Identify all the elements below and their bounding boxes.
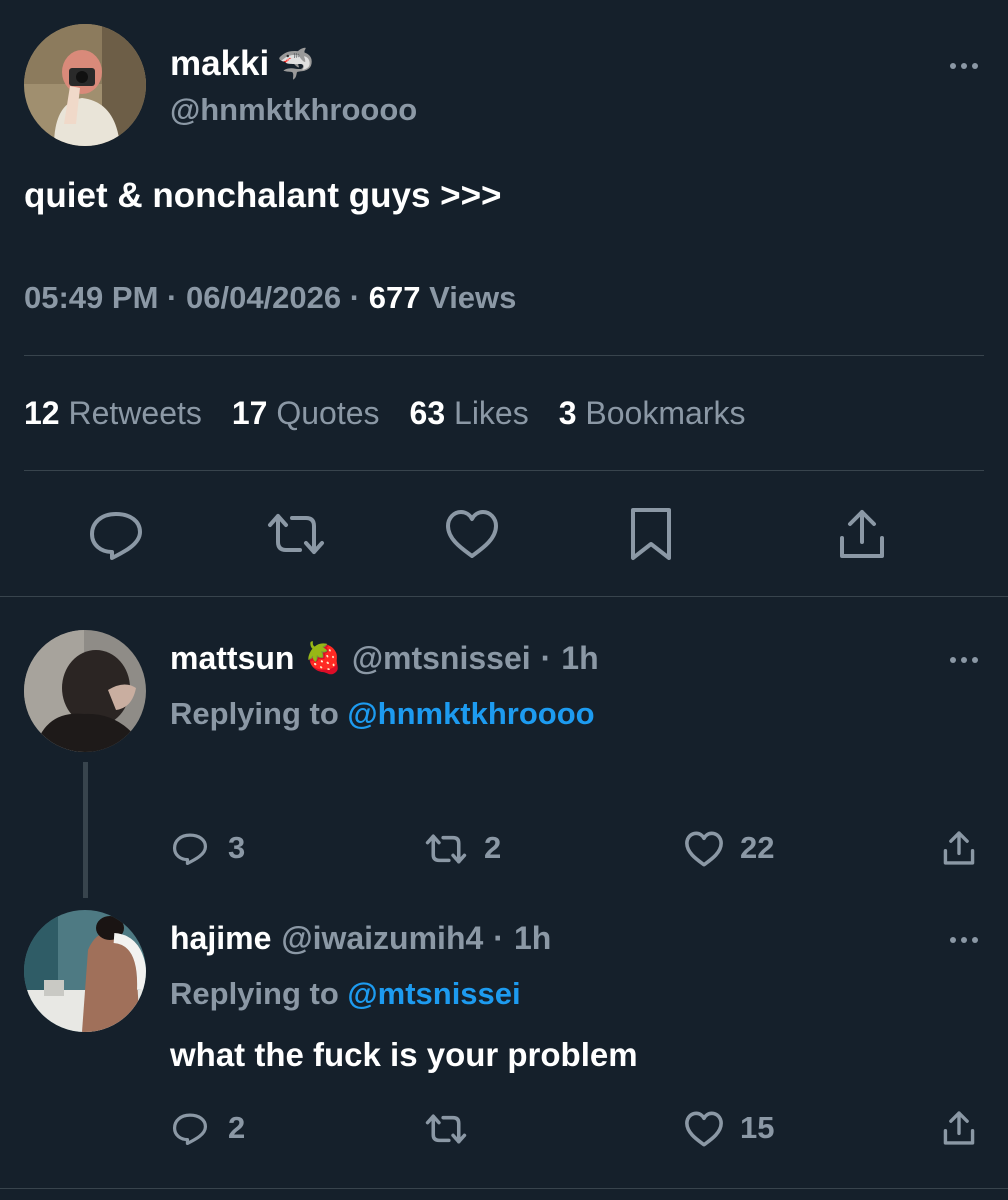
more-options-icon[interactable] [950, 657, 978, 663]
views-label: Views [429, 280, 517, 315]
more-options-icon[interactable] [950, 63, 978, 69]
reply-icon[interactable] [172, 830, 208, 866]
tweet-meta: 05:49 PM · 06/04/2026 · 677 Views [24, 280, 516, 316]
reply-time[interactable]: 1h [561, 640, 598, 677]
likes-stat[interactable]: 63 Likes [410, 395, 529, 432]
replying-to-handle[interactable]: @mtsnissei [347, 976, 520, 1011]
author-handle[interactable]: @hnmktkhroooo [170, 92, 417, 128]
divider [0, 596, 1008, 597]
divider [24, 355, 984, 356]
name-emoji: 🍓 [304, 642, 342, 675]
retweet-icon[interactable] [424, 832, 468, 866]
more-options-icon[interactable] [950, 937, 978, 943]
like-icon[interactable] [684, 1110, 724, 1148]
avatar[interactable] [24, 910, 146, 1032]
retweet-count: 2 [484, 830, 502, 865]
tweet-text: quiet & nonchalant guys >>> [24, 176, 502, 215]
replying-to-handle[interactable]: @hnmktkhroooo [347, 696, 594, 731]
share-icon[interactable] [940, 828, 978, 868]
reply-time[interactable]: 1h [514, 920, 551, 957]
reply-icon[interactable] [172, 1110, 208, 1146]
reply-author-name[interactable]: mattsun [170, 640, 294, 677]
avatar-photo [24, 910, 146, 1032]
tweet-time[interactable]: 05:49 PM [24, 280, 158, 315]
reply-icon[interactable] [88, 508, 144, 560]
share-icon[interactable] [834, 506, 890, 562]
engagement-stats: 12 Retweets 17 Quotes 63 Likes 3 Bookmar… [24, 395, 745, 432]
views-count: 677 [368, 280, 421, 315]
reply-author-handle[interactable]: @mtsnissei [352, 640, 531, 677]
author-display-name[interactable]: makki [170, 44, 269, 84]
like-icon[interactable] [684, 830, 724, 868]
avatar[interactable] [24, 24, 146, 146]
replying-to: Replying to @hnmktkhroooo [170, 696, 595, 731]
thread-line [83, 762, 88, 898]
reply-count: 2 [228, 1110, 246, 1145]
like-count: 15 [740, 1110, 775, 1145]
meta-separator: · [493, 920, 504, 956]
retweet-icon[interactable] [424, 1112, 468, 1146]
divider [0, 1188, 1008, 1189]
avatar-photo [24, 24, 146, 146]
reply-text: what the fuck is your problem [170, 1036, 638, 1073]
avatar-photo [24, 630, 146, 752]
meta-separator: · [167, 280, 178, 315]
retweet-icon[interactable] [266, 510, 326, 558]
replying-to: Replying to @mtsnissei [170, 976, 521, 1011]
bookmark-icon[interactable] [628, 506, 674, 562]
quotes-stat[interactable]: 17 Quotes [232, 395, 380, 432]
divider [24, 470, 984, 471]
avatar[interactable] [24, 630, 146, 752]
bookmarks-stat[interactable]: 3 Bookmarks [559, 395, 746, 432]
like-count: 22 [740, 830, 775, 865]
meta-separator: · [540, 640, 552, 676]
retweets-stat[interactable]: 12 Retweets [24, 395, 202, 432]
name-emoji: 🦈 [277, 47, 315, 81]
meta-separator: · [349, 280, 361, 315]
reply-author-handle[interactable]: @iwaizumih4 [281, 920, 483, 957]
reply-author-name[interactable]: hajime [170, 920, 271, 957]
share-icon[interactable] [940, 1108, 978, 1148]
like-icon[interactable] [444, 508, 500, 560]
tweet-date[interactable]: 06/04/2026 [186, 280, 341, 315]
reply-count: 3 [228, 830, 246, 865]
